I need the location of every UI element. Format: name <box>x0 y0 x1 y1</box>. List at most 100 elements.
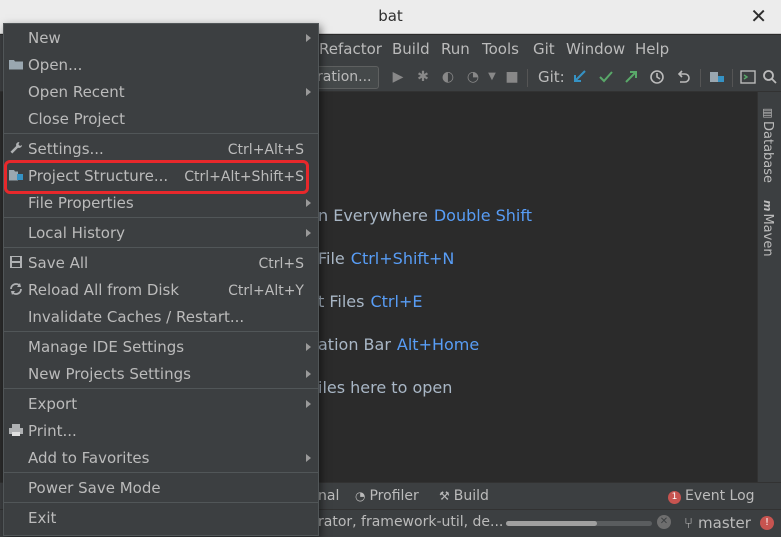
menu-item-print[interactable]: Print... <box>4 419 318 446</box>
hint-shortcut: Ctrl+E <box>370 292 423 311</box>
event-log-label: Event Log <box>685 488 755 504</box>
hint-text: n Everywhere <box>318 206 428 225</box>
chevron-right-icon <box>306 370 311 378</box>
build-tab[interactable]: ⚒ Build <box>439 488 489 504</box>
menu-separator <box>4 247 318 248</box>
menu-item-open[interactable]: Open... <box>4 53 318 80</box>
menu-item-new[interactable]: New <box>4 26 318 53</box>
branch-icon: ⑂ <box>684 514 694 532</box>
menu-separator <box>4 217 318 218</box>
hint-navigation-bar: ation Bar Alt+Home <box>318 335 479 354</box>
menu-item-project-structure[interactable]: Project Structure... Ctrl+Alt+Shift+S <box>4 164 318 191</box>
menu-tools[interactable]: Tools <box>482 40 519 58</box>
progress-fill <box>506 521 597 526</box>
terminal-window-icon[interactable] <box>739 68 757 86</box>
menu-item-invalidate-caches-restart[interactable]: Invalidate Caches / Restart... <box>4 305 318 332</box>
maven-tab[interactable]: mMaven <box>760 200 775 257</box>
build-tab-label: Build <box>453 488 489 504</box>
git-branch-widget[interactable]: ⑂ master <box>684 514 751 532</box>
menu-window[interactable]: Window <box>566 40 625 58</box>
menu-item-add-to-favorites[interactable]: Add to Favorites <box>4 446 318 473</box>
project-structure-toolbar-icon[interactable] <box>708 68 726 86</box>
toolbar-divider <box>732 69 733 87</box>
profile-icon[interactable]: ◔ <box>464 68 482 86</box>
rollback-icon[interactable] <box>674 68 692 86</box>
maven-icon: m <box>761 200 774 212</box>
menu-build[interactable]: Build <box>392 40 430 58</box>
event-log-tab[interactable]: 1 Event Log <box>668 488 755 504</box>
menu-item-new-projects-settings[interactable]: New Projects Settings <box>4 362 318 389</box>
profiler-tab[interactable]: ◔ Profiler <box>355 488 419 504</box>
cancel-task-icon[interactable]: ✕ <box>657 515 671 529</box>
print-icon <box>8 422 24 440</box>
close-window-button[interactable]: ✕ <box>750 5 767 27</box>
git-commit-icon[interactable] <box>597 68 615 86</box>
menu-git[interactable]: Git <box>533 40 555 58</box>
profiler-tab-label: Profiler <box>369 488 419 504</box>
menu-item-label: Manage IDE Settings <box>28 338 185 356</box>
hint-drop-files: iles here to open <box>318 378 452 397</box>
menu-item-save-all[interactable]: Save All Ctrl+S <box>4 251 318 278</box>
git-push-icon[interactable] <box>622 68 640 86</box>
menu-separator <box>4 388 318 389</box>
menu-item-label: New <box>28 29 61 47</box>
hint-text: t Files <box>318 292 365 311</box>
history-icon[interactable] <box>648 68 666 86</box>
background-task-progress <box>506 521 652 526</box>
menu-item-label: Exit <box>28 509 57 527</box>
menu-separator <box>4 502 318 503</box>
hint-text: File <box>318 249 345 268</box>
menu-item-settings[interactable]: Settings... Ctrl+Alt+S <box>4 137 318 164</box>
menu-item-label: Print... <box>28 422 77 440</box>
toolbar-divider <box>527 69 528 87</box>
database-tab[interactable]: ▤ Database <box>760 106 775 183</box>
background-task-text[interactable]: rator, framework-util, de... <box>318 514 503 530</box>
menu-item-label: Add to Favorites <box>28 449 150 467</box>
stop-icon[interactable]: ■ <box>503 68 521 86</box>
hint-shortcut: Alt+Home <box>396 335 480 354</box>
hint-shortcut: Ctrl+Shift+N <box>350 249 455 268</box>
menu-item-label: Export <box>28 395 78 413</box>
hint-go-to-file: File Ctrl+Shift+N <box>318 249 454 268</box>
error-indicator-icon[interactable]: ! <box>760 516 774 530</box>
database-icon: ▤ <box>761 106 774 119</box>
hammer-icon: ⚒ <box>439 489 450 503</box>
profiler-icon: ◔ <box>355 489 366 503</box>
menu-item-label: Settings... <box>28 140 104 158</box>
menu-item-file-properties[interactable]: File Properties <box>4 191 318 218</box>
chevron-right-icon <box>306 229 311 237</box>
menu-item-shortcut: Ctrl+Alt+Shift+S <box>184 169 304 185</box>
terminal-tab[interactable]: nal <box>318 488 339 504</box>
menu-item-shortcut: Ctrl+Alt+S <box>227 142 304 158</box>
menu-refactor[interactable]: Refactor <box>319 40 382 58</box>
menu-item-label: Open Recent <box>28 83 125 101</box>
menu-item-power-save-mode[interactable]: Power Save Mode <box>4 476 318 503</box>
chevron-right-icon <box>306 400 311 408</box>
menu-item-close-project[interactable]: Close Project <box>4 107 318 134</box>
debug-icon[interactable]: ✱ <box>414 68 432 86</box>
menu-separator <box>4 133 318 134</box>
menu-item-label: Close Project <box>28 110 125 128</box>
chevron-right-icon <box>306 343 311 351</box>
chevron-right-icon <box>306 199 311 207</box>
search-icon[interactable] <box>761 68 779 86</box>
menu-item-manage-ide-settings[interactable]: Manage IDE Settings <box>4 335 318 362</box>
coverage-icon[interactable]: ◐ <box>439 68 457 86</box>
menu-item-label: New Projects Settings <box>28 365 191 383</box>
menu-help[interactable]: Help <box>635 40 669 58</box>
menu-item-export[interactable]: Export <box>4 392 318 419</box>
menu-item-local-history[interactable]: Local History <box>4 221 318 248</box>
run-icon[interactable]: ▶ <box>389 68 407 86</box>
menu-separator <box>4 472 318 473</box>
hint-text: iles here to open <box>318 378 453 397</box>
git-update-icon[interactable] <box>571 68 589 86</box>
database-tab-label: Database <box>760 121 775 184</box>
chevron-right-icon <box>306 88 311 96</box>
menu-item-reload-all-from-disk[interactable]: Reload All from Disk Ctrl+Alt+Y <box>4 278 318 305</box>
menu-item-label: Open... <box>28 56 83 74</box>
menu-run[interactable]: Run <box>441 40 470 58</box>
menu-item-open-recent[interactable]: Open Recent <box>4 80 318 107</box>
menu-item-exit[interactable]: Exit <box>4 506 318 533</box>
chevron-down-icon[interactable]: ▼ <box>483 68 501 86</box>
menu-item-label: File Properties <box>28 194 134 212</box>
